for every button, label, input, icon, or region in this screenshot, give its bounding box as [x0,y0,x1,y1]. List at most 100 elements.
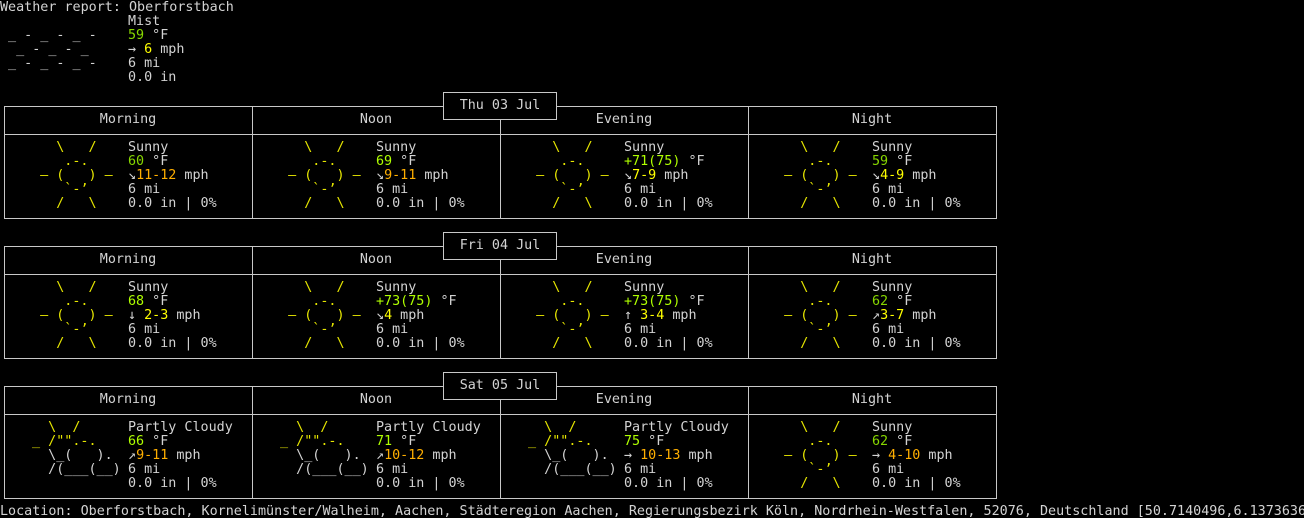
wind-unit: mph [920,448,953,463]
partly-cloudy-icon-line [520,477,625,491]
forecast-wind: ↗10-12 mph [376,449,457,463]
forecast-temperature: 75 °F [624,435,664,449]
temp-value: 62 [872,434,889,449]
forecast-condition: Sunny [872,140,913,155]
wind-unit: mph [680,448,713,463]
sun-icon-line: \ / [272,140,377,155]
sun-icon-line: / \ [520,336,625,351]
wind-value: 4-9 [880,168,905,183]
partly-cloudy-icon-line: \_( ). [520,448,625,463]
forecast-precipitation: 0.0 in | 0% [128,196,217,211]
current-visibility: 6 mi [128,56,161,71]
period-header: Morning [99,252,157,267]
period-header: Morning [99,112,157,127]
forecast-wind: ↘11-12 mph [128,169,209,183]
forecast-condition: Partly Cloudy [128,420,233,435]
sun-icon-line: `-’ [768,182,873,197]
current-wind-unit: mph [152,42,185,57]
temp-unit: °F [680,294,705,309]
sun-icon-line: / \ [520,196,625,211]
wind-unit: mph [656,168,689,183]
sun-icon-line: / \ [24,196,129,211]
wind-arrow-icon: ↗ [128,448,137,463]
forecast-visibility: 6 mi [872,182,905,197]
sun-icon-line: / \ [272,336,377,351]
sun-icon-line: \ / [768,140,873,155]
temp-unit: °F [888,434,913,449]
partly-cloudy-icon-line: \_( ). [24,448,129,463]
sun-icon-line: .-. [520,154,625,169]
wind-value: 10-13 [640,448,681,463]
sun-icon-line: / \ [768,196,873,211]
temp-value: 75 [624,434,641,449]
current-temp-value: 59 [128,28,145,43]
sun-icon-line: .-. [272,154,377,169]
forecast-wind: ↗3-7 mph [872,309,937,323]
sun-icon-line: \ / [24,140,129,155]
wind-arrow-icon: ↘ [624,168,633,183]
sun-icon-line: ― ( ) ― [768,308,873,323]
forecast-condition: Sunny [624,140,665,155]
sun-icon-line: `-’ [24,322,129,337]
forecast-temperature: 62 °F [872,295,912,309]
forecast-visibility: 6 mi [872,322,905,337]
period-header: Night [851,112,893,127]
temp-value: 71 [376,434,393,449]
forecast-wind: ↓ 2-3 mph [128,309,201,323]
temp-unit: °F [144,434,169,449]
forecast-condition: Partly Cloudy [624,420,729,435]
temp-unit: °F [144,154,169,169]
wind-arrow-icon: ↘ [376,308,385,323]
sun-icon-line: `-’ [272,182,377,197]
partly-cloudy-icon-line: /(___(__) [24,462,129,477]
partly-cloudy-icon-line: \ / [520,420,625,435]
forecast-precipitation: 0.0 in | 0% [128,336,217,351]
wind-value: 10-12 [384,448,425,463]
sun-icon-line: / \ [272,196,377,211]
temp-unit: °F [392,154,417,169]
day-label: Thu 03 Jul [443,92,557,120]
temp-unit: °F [888,294,913,309]
sun-icon-line: `-’ [768,322,873,337]
forecast-precipitation: 0.0 in | 0% [376,336,465,351]
wind-unit: mph [416,168,449,183]
sun-icon-line: / \ [768,336,873,351]
sun-icon-line: \ / [272,280,377,295]
sun-icon-line: / \ [768,476,873,491]
current-wind: → 6 mph [128,43,184,57]
forecast-temperature: 68 °F [128,295,168,309]
temp-unit: °F [888,154,913,169]
wind-value: 3-7 [880,308,905,323]
forecast-visibility: 6 mi [624,462,657,477]
forecast-wind: ↘4-9 mph [872,169,937,183]
forecast-condition: Sunny [624,280,665,295]
partly-cloudy-icon-line: _ /"".-. [24,434,129,449]
wind-value: 3-4 [640,308,665,323]
forecast-precipitation: 0.0 in | 0% [872,476,961,491]
forecast-visibility: 6 mi [872,462,905,477]
wind-value: 2-3 [144,308,169,323]
forecast-precipitation: 0.0 in | 0% [624,196,713,211]
sun-icon-line: \ / [520,140,625,155]
forecast-visibility: 6 mi [128,322,161,337]
wind-arrow-icon: ↘ [128,168,137,183]
wind-arrow-icon: ↑ [624,308,641,323]
sun-icon-line: ― ( ) ― [768,168,873,183]
temp-value: 68 [128,294,145,309]
sun-icon-line: / \ [24,336,129,351]
temp-value: +71(75) [624,154,681,169]
wind-unit: mph [904,168,937,183]
wind-value: 4 [384,308,393,323]
temp-value: 69 [376,154,393,169]
partly-cloudy-icon-line: /(___(__) [520,462,625,477]
sun-icon-line: `-’ [24,182,129,197]
partly-cloudy-icon-line: \ / [24,420,129,435]
forecast-temperature: 59 °F [872,155,912,169]
forecast-wind: ↘9-11 mph [376,169,449,183]
partly-cloudy-icon-line: \ / [272,420,377,435]
wind-arrow-icon: ↗ [872,308,881,323]
forecast-condition: Sunny [376,280,417,295]
sun-icon-line: ― ( ) ― [24,308,129,323]
sun-icon-line: \ / [768,280,873,295]
sun-icon-line: `-’ [520,322,625,337]
